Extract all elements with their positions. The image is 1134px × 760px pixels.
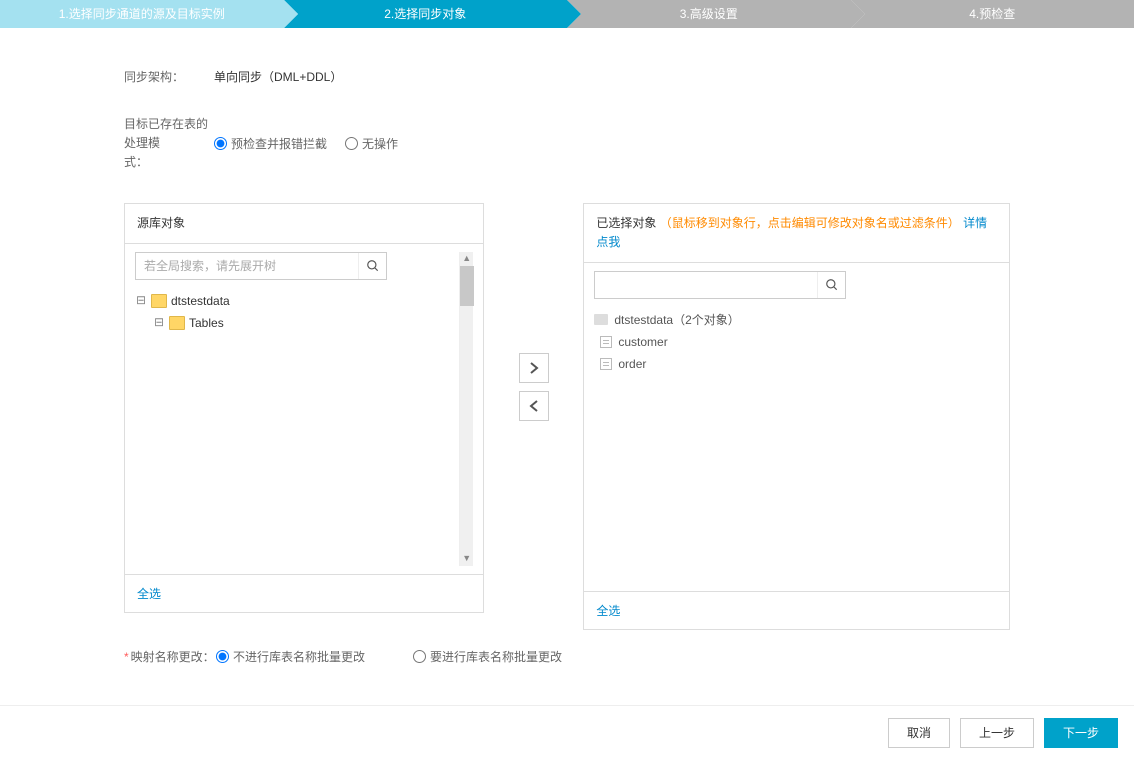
mapping-label: 映射名称更改： <box>124 648 216 665</box>
folder-icon <box>169 316 185 330</box>
source-select-all-link[interactable]: 全选 <box>137 587 161 601</box>
selected-list: dtstestdata（2个对象） customer order <box>594 309 999 375</box>
step-3[interactable]: 3.高级设置 <box>567 0 851 28</box>
selected-table-row[interactable]: customer <box>594 331 999 353</box>
sync-arch-value: 单向同步（DML+DDL） <box>214 68 342 85</box>
tree-root-label: dtstestdata <box>171 294 230 308</box>
cancel-button[interactable]: 取消 <box>888 718 950 748</box>
mapping-option-change[interactable]: 要进行库表名称批量更改 <box>413 648 562 665</box>
tree-child-label: Tables <box>189 316 224 330</box>
search-icon[interactable] <box>817 272 845 298</box>
step-4-label: 4.预检查 <box>969 7 1015 21</box>
tree-root-row[interactable]: ⊟ dtstestdata <box>135 290 459 312</box>
selected-table-label: order <box>618 357 646 371</box>
source-tree: ⊟ dtstestdata ⊟ Tables <box>135 290 459 334</box>
source-search-input[interactable] <box>136 253 358 279</box>
mapping-row: 映射名称更改： 不进行库表名称批量更改 要进行库表名称批量更改 <box>0 630 1134 705</box>
step-2[interactable]: 2.选择同步对象 <box>284 0 568 28</box>
step-1[interactable]: 1.选择同步通道的源及目标实例 <box>0 0 284 28</box>
scroll-up-icon[interactable]: ▲ <box>462 252 471 266</box>
mapping-radio-no-change[interactable] <box>216 650 229 663</box>
source-objects-panel: 源库对象 ⊟ dtstestdata ⊟ <box>124 203 484 613</box>
table-icon <box>600 358 612 370</box>
database-icon <box>594 314 608 325</box>
existing-mode-option-noop[interactable]: 无操作 <box>345 135 398 152</box>
selected-db-row[interactable]: dtstestdata（2个对象） <box>594 309 999 331</box>
selected-panel-hint: （鼠标移到对象行，点击编辑可修改对象名或过滤条件） <box>660 216 960 230</box>
mapping-radio-change[interactable] <box>413 650 426 663</box>
selected-table-row[interactable]: order <box>594 353 999 375</box>
transfer-arrows <box>484 203 583 421</box>
tree-collapse-icon[interactable]: ⊟ <box>153 315 165 330</box>
step-3-label: 3.高级设置 <box>680 7 738 21</box>
sync-arch-row: 同步架构： 单向同步（DML+DDL） <box>124 68 1134 85</box>
selected-objects-panel: 已选择对象 （鼠标移到对象行，点击编辑可修改对象名或过滤条件） 详情点我 dts… <box>583 203 1010 630</box>
search-icon[interactable] <box>358 253 386 279</box>
existing-mode-radio-noop[interactable] <box>345 137 358 150</box>
scrollbar[interactable]: ▲ ▼ <box>459 252 473 566</box>
step-1-label: 1.选择同步通道的源及目标实例 <box>59 7 225 21</box>
existing-mode-row: 目标已存在表的处理模 式： 预检查并报错拦截 无操作 <box>124 115 1134 173</box>
selected-panel-title: 已选择对象 <box>596 216 656 230</box>
sync-arch-label: 同步架构： <box>124 68 214 85</box>
table-icon <box>600 336 612 348</box>
mapping-option-no-change[interactable]: 不进行库表名称批量更改 <box>216 648 365 665</box>
selected-search-input[interactable] <box>595 272 817 298</box>
selected-panel-header: 已选择对象 （鼠标移到对象行，点击编辑可修改对象名或过滤条件） 详情点我 <box>584 204 1009 263</box>
step-4[interactable]: 4.预检查 <box>851 0 1134 28</box>
next-button[interactable]: 下一步 <box>1044 718 1118 748</box>
scroll-down-icon[interactable]: ▼ <box>462 552 471 566</box>
selected-search <box>594 271 846 299</box>
wizard-steps: 1.选择同步通道的源及目标实例 2.选择同步对象 3.高级设置 4.预检查 <box>0 0 1134 28</box>
tree-child-row[interactable]: ⊟ Tables <box>135 312 459 334</box>
move-right-button[interactable] <box>519 353 549 383</box>
footer-actions: 取消 上一步 下一步 <box>0 705 1134 760</box>
existing-mode-radio-check[interactable] <box>214 137 227 150</box>
existing-mode-label: 目标已存在表的处理模 式： <box>124 115 214 173</box>
selected-select-all-link[interactable]: 全选 <box>596 604 620 618</box>
move-left-button[interactable] <box>519 391 549 421</box>
previous-button[interactable]: 上一步 <box>960 718 1034 748</box>
selected-db-label: dtstestdata（2个对象） <box>614 311 739 328</box>
existing-mode-option-check[interactable]: 预检查并报错拦截 <box>214 135 327 152</box>
step-2-label: 2.选择同步对象 <box>384 7 466 21</box>
folder-icon <box>151 294 167 308</box>
tree-collapse-icon[interactable]: ⊟ <box>135 293 147 308</box>
source-panel-title: 源库对象 <box>125 204 483 244</box>
selected-table-label: customer <box>618 335 667 349</box>
scroll-thumb[interactable] <box>460 266 474 306</box>
source-search <box>135 252 387 280</box>
